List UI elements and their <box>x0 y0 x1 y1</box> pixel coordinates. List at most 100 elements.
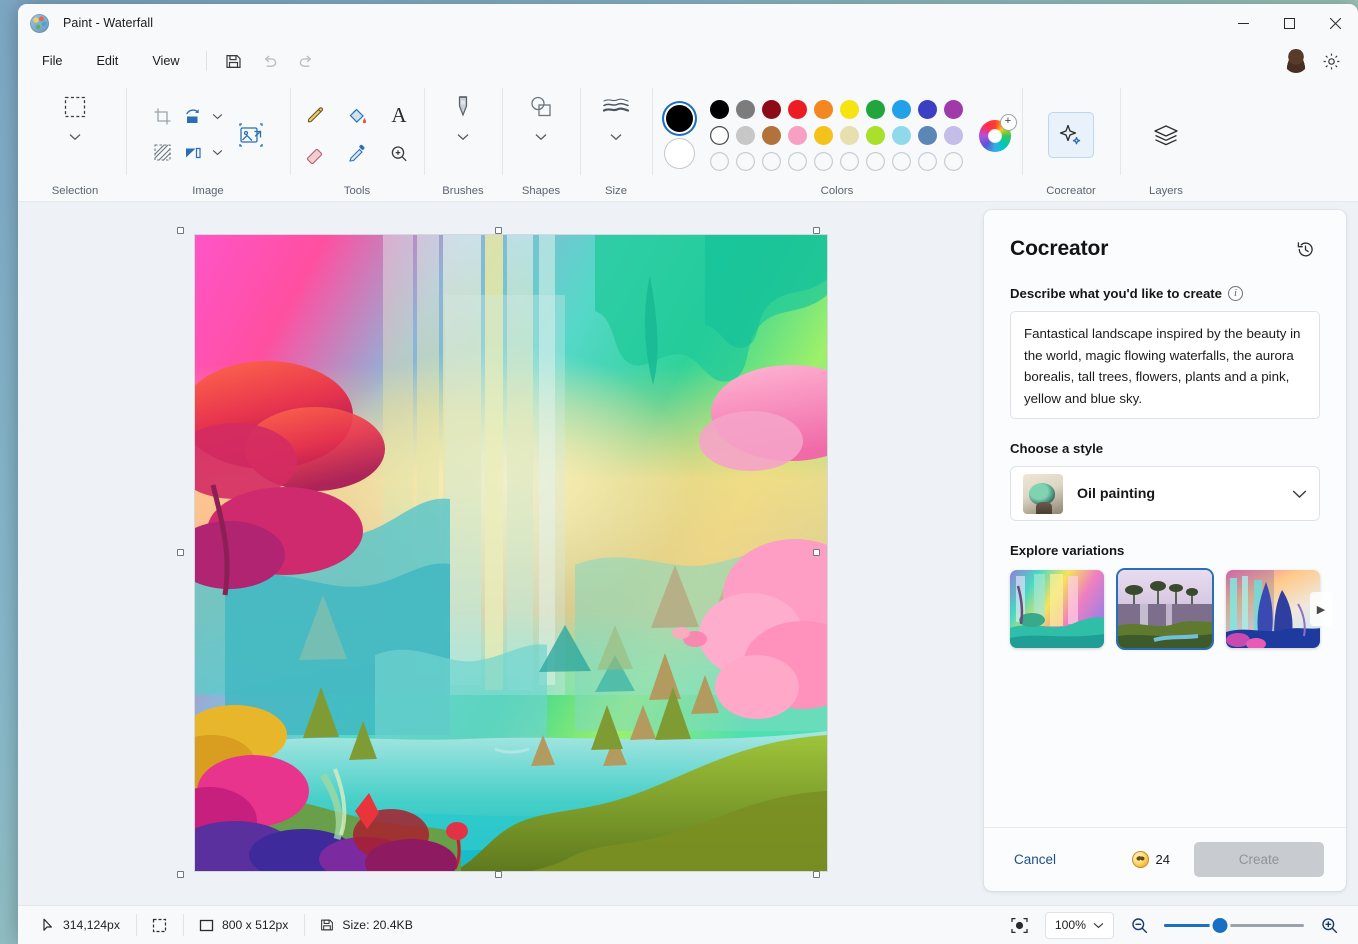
cancel-button[interactable]: Cancel <box>1006 846 1064 873</box>
menu-divider <box>206 51 207 71</box>
color-picker-icon[interactable] <box>338 136 376 172</box>
create-button[interactable]: Create <box>1194 842 1324 877</box>
palette-swatch[interactable] <box>762 126 781 145</box>
gear-icon[interactable] <box>1314 46 1348 76</box>
palette-swatch-empty[interactable] <box>788 152 807 171</box>
palette-swatch[interactable] <box>944 100 963 119</box>
palette-swatch-empty[interactable] <box>814 152 833 171</box>
palette-swatch-empty[interactable] <box>918 152 937 171</box>
size-chevron-down-icon[interactable] <box>607 128 625 146</box>
selection-handle[interactable] <box>813 871 820 878</box>
next-variations-arrow-icon[interactable]: ▶ <box>1310 592 1332 626</box>
text-icon[interactable]: A <box>380 98 418 134</box>
close-icon[interactable] <box>1312 4 1358 42</box>
palette-swatch-empty[interactable] <box>710 152 729 171</box>
palette-swatch[interactable] <box>892 100 911 119</box>
zoom-level-select[interactable]: 100% <box>1045 912 1114 939</box>
palette-swatch[interactable] <box>892 126 911 145</box>
shapes-chevron-down-icon[interactable] <box>532 128 550 146</box>
selection-handle[interactable] <box>177 871 184 878</box>
menu-bar: File Edit View <box>18 42 1358 80</box>
primary-color-swatch[interactable] <box>664 103 695 134</box>
size-icon[interactable] <box>595 86 637 128</box>
menu-view[interactable]: View <box>136 48 195 74</box>
history-icon[interactable] <box>1290 234 1320 264</box>
rotate-icon[interactable] <box>178 101 208 133</box>
magnifier-icon[interactable] <box>380 136 418 172</box>
menu-file[interactable]: File <box>26 48 78 74</box>
zoom-in-icon[interactable] <box>1316 912 1342 938</box>
palette-swatch[interactable] <box>814 126 833 145</box>
palette-swatch-empty[interactable] <box>736 152 755 171</box>
rotate-chevron-down-icon[interactable] <box>208 108 226 126</box>
selection-handle[interactable] <box>813 549 820 556</box>
chevron-down-icon[interactable] <box>1093 922 1104 929</box>
variation-thumbnail-2[interactable] <box>1118 570 1212 648</box>
eraser-icon[interactable] <box>296 136 334 172</box>
flip-icon[interactable] <box>178 137 208 169</box>
canvas-selection-wrapper <box>177 227 830 880</box>
color-picker-wheel[interactable]: + <box>979 120 1011 152</box>
style-thumbnail <box>1023 474 1063 514</box>
cocreator-icon[interactable] <box>1048 112 1094 158</box>
zoom-slider-thumb[interactable] <box>1213 918 1228 933</box>
resize-image-icon[interactable] <box>228 112 274 158</box>
selection-handle[interactable] <box>177 227 184 234</box>
minimize-icon[interactable] <box>1220 4 1266 42</box>
variation-thumbnail-3[interactable] <box>1226 570 1320 648</box>
variation-thumbnail-1[interactable] <box>1010 570 1104 648</box>
rectangle-select-icon[interactable] <box>54 86 96 128</box>
prompt-input[interactable]: Fantastical landscape inspired by the be… <box>1010 311 1320 419</box>
palette-swatch[interactable] <box>710 126 729 145</box>
fill-bucket-icon[interactable] <box>338 98 376 134</box>
palette-swatch-empty[interactable] <box>866 152 885 171</box>
info-icon[interactable]: i <box>1228 286 1243 301</box>
selection-handle[interactable] <box>495 871 502 878</box>
palette-swatch-empty[interactable] <box>762 152 781 171</box>
palette-swatch[interactable] <box>788 100 807 119</box>
palette-swatch[interactable] <box>814 100 833 119</box>
add-color-icon[interactable]: + <box>1001 115 1016 130</box>
image-canvas[interactable] <box>195 235 827 871</box>
avatar-icon[interactable] <box>1284 49 1308 73</box>
selection-handle[interactable] <box>177 549 184 556</box>
chevron-down-icon[interactable] <box>1292 489 1307 499</box>
flip-chevron-down-icon[interactable] <box>208 144 226 162</box>
palette-swatch[interactable] <box>866 100 885 119</box>
shapes-icon[interactable] <box>520 86 562 128</box>
undo-icon[interactable] <box>253 46 287 76</box>
selection-chevron-down-icon[interactable] <box>66 128 84 146</box>
palette-swatch[interactable] <box>736 100 755 119</box>
palette-swatch[interactable] <box>788 126 807 145</box>
palette-swatch[interactable] <box>918 126 937 145</box>
zoom-slider[interactable] <box>1164 917 1304 933</box>
selection-handle[interactable] <box>813 227 820 234</box>
palette-swatch[interactable] <box>710 100 729 119</box>
canvas-area[interactable] <box>18 202 984 905</box>
zoom-out-icon[interactable] <box>1126 912 1152 938</box>
palette-swatch-empty[interactable] <box>892 152 911 171</box>
transparent-selection-icon[interactable] <box>145 137 179 169</box>
palette-swatch[interactable] <box>762 100 781 119</box>
layers-icon[interactable] <box>1143 112 1189 158</box>
pencil-icon[interactable] <box>296 98 334 134</box>
selection-handle[interactable] <box>495 227 502 234</box>
palette-swatch[interactable] <box>866 126 885 145</box>
brushes-chevron-down-icon[interactable] <box>454 128 472 146</box>
palette-swatch[interactable] <box>840 100 859 119</box>
fit-to-window-icon[interactable] <box>1007 912 1033 938</box>
save-icon[interactable] <box>217 46 251 76</box>
palette-swatch[interactable] <box>918 100 937 119</box>
maximize-icon[interactable] <box>1266 4 1312 42</box>
palette-swatch[interactable] <box>840 126 859 145</box>
palette-swatch-empty[interactable] <box>840 152 859 171</box>
palette-swatch[interactable] <box>736 126 755 145</box>
redo-icon[interactable] <box>289 46 323 76</box>
palette-swatch[interactable] <box>944 126 963 145</box>
brush-icon[interactable] <box>442 86 484 128</box>
crop-icon[interactable] <box>145 101 179 133</box>
palette-swatch-empty[interactable] <box>944 152 963 171</box>
menu-edit[interactable]: Edit <box>80 48 134 74</box>
secondary-color-swatch[interactable] <box>664 138 695 169</box>
style-dropdown[interactable]: Oil painting <box>1010 466 1320 521</box>
